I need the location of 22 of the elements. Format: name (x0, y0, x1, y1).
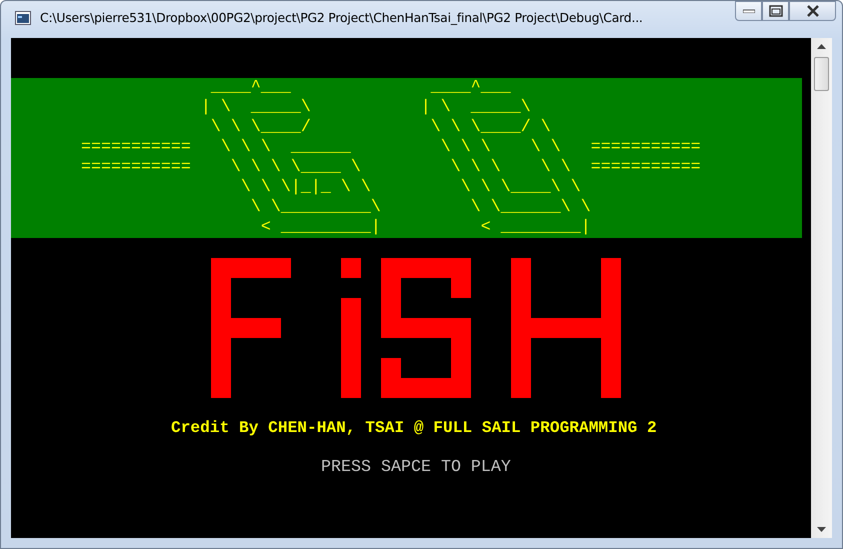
credit-text: Credit By CHEN-HAN, TSAI @ FULL SAIL PROGRAMMING 2 (171, 418, 657, 438)
window-title: C:\Users\pierre531\Dropbox\00PG2\project\PG2 Project\ChenHanTsai_final\PG2 Project\Debug\Card... (40, 10, 644, 25)
scroll-thumb[interactable] (814, 57, 830, 91)
ascii-art-line: =========== \ \ \ \____ \ \ \ \ \ \ =========== (80, 158, 701, 178)
vertical-scrollbar[interactable] (811, 38, 832, 538)
ascii-art-line: < _________| < ________| (260, 218, 591, 238)
ascii-art-line: ____^___ ____^___ (210, 78, 511, 98)
console-app-icon (15, 11, 31, 25)
ascii-art-line: | \ _____\ | \ _____\ (200, 98, 531, 118)
close-button[interactable] (789, 1, 836, 21)
ascii-art-line: =========== \ \ \ ______ \ \ \ \ \ =========== (80, 138, 701, 158)
ascii-art-line: \ \_________\ \ \______\ \ (250, 198, 591, 218)
press-to-play-text: PRESS SAPCE TO PLAY (321, 458, 511, 478)
minimize-icon (742, 9, 754, 13)
maximize-button[interactable] (762, 1, 789, 21)
scroll-up-icon[interactable] (817, 44, 826, 49)
scroll-down-icon[interactable] (817, 527, 826, 532)
maximize-icon (768, 5, 782, 17)
ascii-art-line: \ \ \|_|_ \ \ \ \ \____\ \ (240, 178, 581, 198)
ascii-art-line: \ \ \____/ \ \ \____/ \ (210, 118, 551, 138)
minimize-button[interactable] (735, 1, 762, 21)
close-icon (806, 5, 820, 17)
